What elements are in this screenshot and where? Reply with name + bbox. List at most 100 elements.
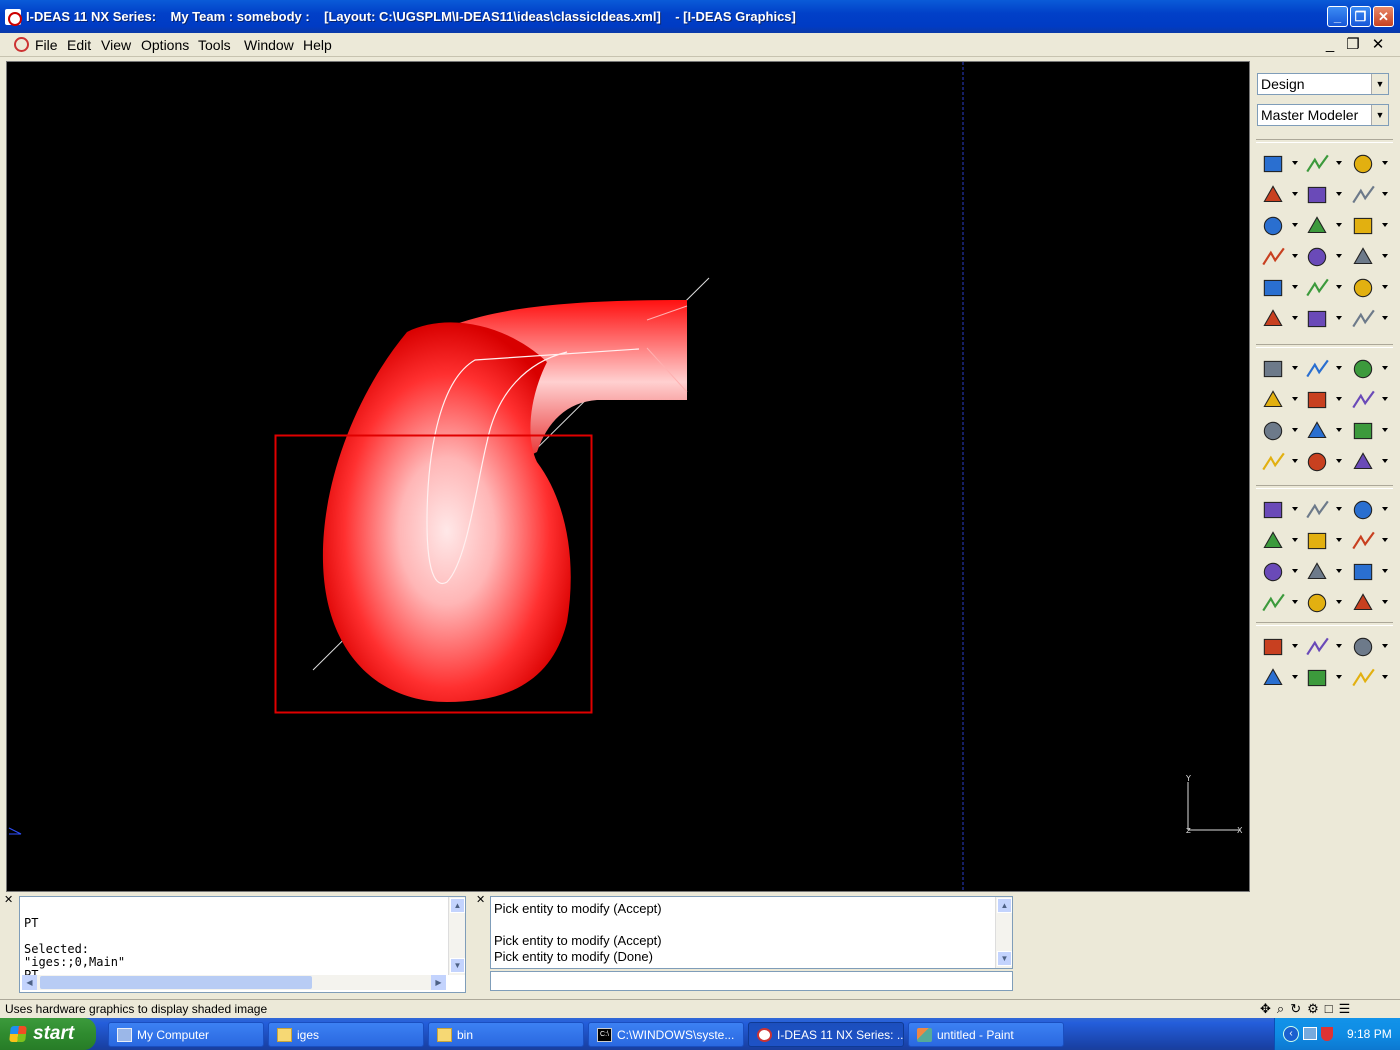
offset-curve-icon[interactable] — [1350, 213, 1388, 239]
scroll-up-icon[interactable]: ▲ — [997, 898, 1012, 913]
workplane-icon[interactable] — [1304, 151, 1342, 177]
start-button[interactable]: start — [0, 1018, 96, 1050]
close-button[interactable]: ✕ — [1373, 6, 1394, 27]
menu-view[interactable]: View — [101, 37, 131, 53]
list-window[interactable]: PTSelected:"iges:;0,Main"PT ▲▼ ◀ ▶ — [19, 896, 466, 993]
task-ideas[interactable]: I-DEAS 11 NX Series: ... — [748, 1022, 904, 1047]
iso-view-icon[interactable] — [1304, 559, 1342, 585]
clock[interactable]: 9:18 PM — [1347, 1027, 1392, 1041]
command-input[interactable] — [490, 971, 1013, 991]
mdi-close-button[interactable]: ✕ — [1368, 36, 1388, 54]
network-icon[interactable] — [1303, 1027, 1317, 1040]
spline-icon[interactable] — [1304, 213, 1342, 239]
boolean-icon[interactable] — [1350, 275, 1388, 301]
xyz-icon[interactable] — [1350, 665, 1388, 691]
fillet-curve-icon[interactable] — [1304, 182, 1342, 208]
print-icon[interactable] — [1350, 590, 1388, 616]
section-icon[interactable] — [1304, 665, 1342, 691]
task-iges[interactable]: iges — [268, 1022, 424, 1047]
tree-icon[interactable] — [1260, 356, 1298, 382]
trim-icon[interactable] — [1304, 244, 1342, 270]
maximize-button[interactable]: ❐ — [1350, 6, 1371, 27]
ruler-icon[interactable] — [1260, 634, 1298, 660]
view-icon[interactable] — [1350, 528, 1388, 554]
task-paint[interactable]: untitled - Paint — [908, 1022, 1064, 1047]
application-select[interactable]: Master Modeler ▼ — [1257, 104, 1389, 126]
document-icon[interactable] — [14, 37, 29, 52]
menu-options[interactable]: Options — [141, 37, 189, 53]
scroll-left-icon[interactable]: ◀ — [22, 975, 37, 990]
select-icon[interactable] — [1304, 356, 1342, 382]
shaded-icon[interactable] — [1350, 497, 1388, 523]
scroll-down-icon[interactable]: ▼ — [997, 951, 1012, 966]
surface-icon[interactable] — [1304, 306, 1342, 332]
side-view-icon[interactable] — [1260, 590, 1298, 616]
menu-help[interactable]: Help — [303, 37, 332, 53]
close-prompt-icon[interactable]: ✕ — [476, 895, 489, 908]
polyline-icon[interactable] — [1260, 182, 1298, 208]
menu-edit[interactable]: Edit — [67, 37, 91, 53]
prompt-vertical-scrollbar[interactable]: ▲ ▼ — [995, 897, 1012, 968]
box-icon[interactable] — [1260, 387, 1298, 413]
partition-icon[interactable] — [1350, 306, 1388, 332]
store-icon[interactable] — [1350, 418, 1388, 444]
task-command-prompt[interactable]: C:\ C:\WINDOWS\syste... — [588, 1022, 744, 1047]
prompt-history[interactable]: Pick entity to modify (Accept) Pick enti… — [490, 896, 1013, 969]
scroll-down-icon[interactable]: ▼ — [450, 958, 465, 973]
menu-window[interactable]: Window — [244, 37, 294, 53]
cube-icon[interactable] — [1304, 275, 1342, 301]
curve-measure-icon[interactable] — [1304, 634, 1342, 660]
rectangle-icon[interactable] — [1260, 306, 1298, 332]
scroll-up-icon[interactable]: ▲ — [450, 898, 465, 913]
model-bulb[interactable] — [322, 322, 571, 702]
datum-icon[interactable] — [1350, 449, 1388, 475]
sketch-icon[interactable] — [1350, 244, 1388, 270]
block-icon[interactable] — [1260, 151, 1298, 177]
menu-file[interactable]: File — [35, 37, 58, 53]
circle-icon[interactable] — [1260, 213, 1298, 239]
task-bin[interactable]: bin — [428, 1022, 584, 1047]
scroll-thumb[interactable] — [40, 976, 312, 989]
pan-icon[interactable]: ✥ — [1260, 1001, 1277, 1016]
arch-icon[interactable] — [1350, 151, 1388, 177]
task-select[interactable]: Design ▼ — [1257, 73, 1389, 95]
window-icon[interactable]: □ — [1325, 1001, 1339, 1016]
measure-icon[interactable] — [1304, 418, 1342, 444]
scroll-right-icon[interactable]: ▶ — [431, 975, 446, 990]
graphics-viewport[interactable]: Y X Z — [6, 61, 1250, 892]
info-icon[interactable] — [1304, 387, 1342, 413]
menu-icon[interactable]: ☰ — [1339, 1001, 1357, 1016]
chevron-down-icon[interactable]: ▼ — [1371, 105, 1388, 125]
paint-icon[interactable] — [1350, 387, 1388, 413]
chevron-down-icon[interactable]: ▼ — [1371, 74, 1388, 94]
task-my-computer[interactable]: My Computer — [108, 1022, 264, 1047]
model-canvas[interactable]: Y X Z — [7, 62, 1250, 892]
list-horizontal-scrollbar[interactable]: ◀ ▶ — [22, 975, 446, 990]
eraser-icon[interactable] — [1260, 449, 1298, 475]
radius-icon[interactable] — [1260, 665, 1298, 691]
forward-icon[interactable] — [1260, 418, 1298, 444]
angle-icon[interactable] — [1350, 634, 1388, 660]
dimension-icon[interactable] — [1260, 244, 1298, 270]
zoom-all-icon[interactable] — [1260, 528, 1298, 554]
wireframe-icon[interactable] — [1304, 497, 1342, 523]
minimize-button[interactable]: _ — [1327, 6, 1348, 27]
chevron-left-icon[interactable]: ‹ — [1283, 1026, 1299, 1042]
plane-icon[interactable] — [1350, 182, 1388, 208]
zoom-box-icon[interactable] — [1304, 528, 1342, 554]
zoom-icon[interactable]: ⌕ — [1277, 1001, 1290, 1016]
spin-icon[interactable]: ⚙ — [1307, 1001, 1325, 1016]
security-shield-icon[interactable] — [1321, 1027, 1333, 1041]
rotate-icon[interactable]: ↻ — [1290, 1001, 1307, 1016]
extrude-icon[interactable] — [1260, 275, 1298, 301]
list-vertical-scrollbar[interactable]: ▲ ▼ — [448, 897, 465, 975]
display-icon[interactable] — [1260, 497, 1298, 523]
top-view-icon[interactable] — [1304, 590, 1342, 616]
list-icon[interactable] — [1304, 449, 1342, 475]
menu-tools[interactable]: Tools — [198, 37, 231, 53]
mdi-minimize-button[interactable]: _ — [1320, 36, 1340, 54]
circle-view-icon[interactable] — [1350, 559, 1388, 585]
front-view-icon[interactable] — [1260, 559, 1298, 585]
close-list-icon[interactable]: ✕ — [4, 895, 17, 908]
mdi-restore-button[interactable]: ❐ — [1343, 36, 1363, 54]
